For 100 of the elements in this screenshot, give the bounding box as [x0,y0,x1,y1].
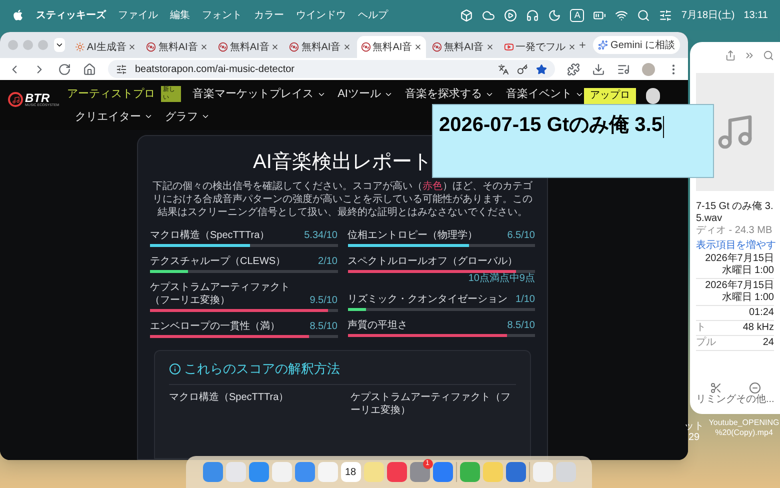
app-icon[interactable] [432,462,452,482]
nav-dropdown[interactable]: AIツール [338,86,393,102]
more-icon [749,382,762,394]
nav-dropdown[interactable]: グラフ [165,108,210,125]
list-icon[interactable] [617,62,630,76]
moon-icon[interactable] [548,8,562,22]
sticky-note[interactable]: 2026-07-15 Gtのみ俺 3.5 [432,104,714,178]
quick-action-label: その他... [736,394,774,406]
close-icon[interactable] [342,43,351,51]
menu-item[interactable]: ウインドウ [296,8,346,22]
battery-icon[interactable] [593,8,606,22]
record-icon [146,42,156,52]
browser-tab[interactable]: AI生成音 [70,36,140,58]
close-icon[interactable] [486,43,494,51]
close-icon[interactable] [414,43,422,51]
share-icon[interactable] [725,50,736,61]
info-value: 2026年7月15日 [705,280,774,292]
tab-title: 無料AI音 [158,40,198,54]
interpretation-title: これらのスコアの解釈方法 [184,360,340,378]
translate-icon[interactable] [498,64,509,74]
file-kind-size: ディオ - 24.3 MB [696,225,774,237]
record-icon [432,42,442,52]
search-icon[interactable] [637,8,650,22]
bookmark-star-icon[interactable] [536,64,547,74]
download-icon[interactable] [592,62,605,76]
quick-action[interactable]: その他... [736,382,774,406]
logo-text: BTR [25,92,50,104]
app-menu[interactable]: スティッキーズ [36,8,106,22]
nav-dropdown[interactable]: クリエイター [75,108,154,125]
tab-title: 無料AI音 [301,40,341,54]
play-icon[interactable] [504,8,518,22]
wifi-icon[interactable] [615,8,628,22]
sticky-note-text: 2026-07-15 Gtのみ俺 3.5 [439,114,662,136]
menu-item[interactable]: ファイル [118,8,158,22]
nav-dropdown[interactable]: 音楽イベント [506,86,584,102]
metric-label: 位相エントロピー（物理学） [348,229,478,242]
nav-link[interactable]: アーティストプロ [67,86,156,102]
browser-tab[interactable]: 無料AI音 [428,36,498,58]
user-avatar[interactable] [646,88,660,104]
new-tab-icon[interactable] [578,39,587,51]
info-label: ト [696,322,706,334]
app-icon[interactable] [386,462,406,482]
menu-bar-date[interactable]: 7月18日(土) [681,8,735,22]
record-icon [289,42,300,52]
box-icon[interactable] [460,8,474,22]
tab-list-icon[interactable] [54,38,65,52]
browser-tab[interactable]: 無料AI音 [142,36,212,58]
nav-dropdown[interactable]: 音楽を探求する [405,86,494,102]
tab-title: 無料AI音 [230,40,270,54]
home-icon[interactable] [83,62,96,76]
sun-icon [74,42,85,52]
metric-label: ケプストラムアーティファクト（フーリエ変換） [150,281,291,307]
chevrons-icon[interactable] [744,50,755,61]
show-more-link[interactable]: 表示項目を増やす [696,239,774,252]
key-icon[interactable] [517,64,528,74]
metric-label: エンベロープの一貫性（満） [150,320,280,333]
close-icon[interactable] [200,43,208,51]
gemini-button[interactable]: Gemini に相談 [592,36,680,54]
app-icon[interactable] [506,462,526,482]
metric-label: リズミック・クオンタイゼーション [348,293,508,306]
control-center-icon[interactable] [659,8,672,22]
close-icon[interactable] [271,43,280,51]
browser-tab[interactable]: 無料AI音 [356,36,426,58]
input-mode-indicator[interactable]: A [570,8,584,22]
reload-icon[interactable] [58,62,71,76]
browser-tab[interactable]: 一発でフル [500,36,572,58]
browser-tab[interactable]: 無料AI音 [285,36,355,58]
info-value: 2026年7月15日 [705,253,774,264]
info-value: 01:24 [748,307,774,319]
close-icon[interactable] [128,43,136,51]
metric-score: 8.5/10 [310,320,338,333]
quick-action[interactable]: リミング [696,382,736,406]
address-bar[interactable]: beatstorapon.com/ai-music-detector [108,60,555,78]
scissors-icon [710,382,722,394]
apple-icon[interactable] [12,9,24,21]
tab-title: AI生成音 [86,40,126,54]
upload-button[interactable]: アップロ [584,88,636,104]
note-logo-icon [8,92,23,108]
headphones-icon[interactable] [526,8,540,22]
browser-tab[interactable]: 無料AI音 [214,36,284,58]
file-name-line: Youtube_OPENING [708,418,780,428]
close-icon[interactable] [568,43,576,51]
extensions-icon[interactable] [567,62,580,76]
metric-score: 8.5/10 [507,319,535,332]
metric-label: スペクトルロールオフ（グローバル） [348,255,518,268]
menu-item[interactable]: ヘルプ [358,8,388,22]
nav-dropdown[interactable]: 音楽マーケットプレイス [192,86,326,102]
cloud-icon[interactable] [482,8,496,22]
menu-item[interactable]: フォント [202,8,242,22]
sparkle-icon [598,40,608,50]
menu-item[interactable]: カラー [254,8,284,22]
metric-score: 1/10 [516,293,535,306]
calendar-app-icon[interactable]: 18 [340,462,360,482]
tab-title: 一発でフル [516,40,566,54]
interpretation-heading: マクロ構造（SpecTTTra） [169,390,290,404]
menu-bar-time[interactable]: 13:11 [744,8,768,22]
site-settings-icon[interactable] [116,64,127,74]
metric-label: マクロ構造（SpecTTTra） [150,229,270,242]
menu-item[interactable]: 編集 [170,8,190,22]
search-icon[interactable] [763,50,774,61]
